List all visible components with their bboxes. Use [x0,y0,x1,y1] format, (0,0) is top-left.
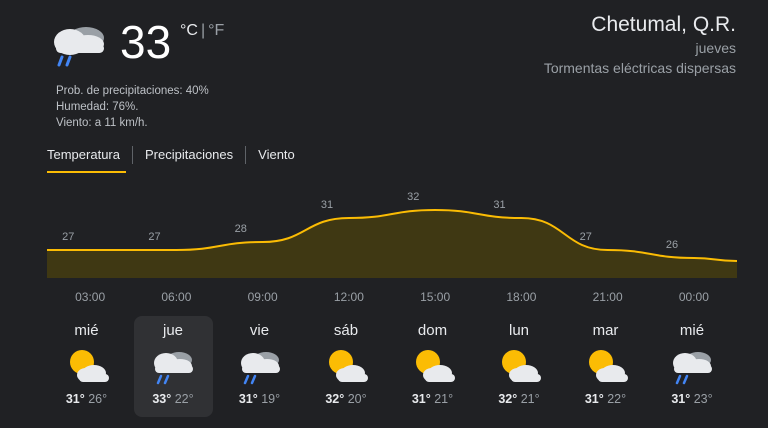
temperature-chart: 27 27 28 31 32 31 27 26 [47,191,737,278]
thunderstorm-icon [147,346,199,386]
time-label: 00:00 [678,290,709,304]
day-temps: 32° 20° [307,392,386,406]
low-temp: 23° [693,392,713,406]
time-label: 18:00 [506,290,537,304]
partly-cloudy-icon [580,346,632,386]
day-card[interactable]: jue 33° 22° [133,316,213,417]
day-temps: 31° 26° [47,392,126,406]
temperature-point-label: 26 [666,239,678,251]
high-temp: 33° [152,392,172,406]
precipitation-text: Prob. de precipitaciones: 40% [56,85,209,97]
day-name: vie [249,322,270,339]
weather-condition: Tormentas eléctricas dispersas [543,60,736,76]
day-temps: 31° 21° [393,392,472,406]
temperature-point-label: 31 [493,199,505,211]
unit-toggle: °C | °F [180,22,224,40]
temperature-point-label: 27 [580,231,592,243]
day-name: mié [74,322,99,339]
high-temp: 31° [584,392,604,406]
partly-cloudy-icon [320,346,372,386]
low-temp: 22° [607,392,627,406]
unit-separator: | [200,22,206,39]
temperature-point-label: 27 [62,231,74,243]
high-temp: 31° [238,392,258,406]
partly-cloudy-icon [61,346,113,386]
high-temp: 31° [671,392,691,406]
day-temps: 33° 22° [134,392,213,406]
time-label: 12:00 [333,290,364,304]
fahrenheit-button[interactable]: °F [208,22,224,39]
low-temp: 21° [434,392,454,406]
time-label: 15:00 [420,290,451,304]
day-name: sáb [333,322,359,339]
temperature-point-label: 31 [321,199,333,211]
thunderstorm-icon [666,346,718,386]
humidity-text: Humedad: 76%. [56,101,139,113]
location-header: Chetumal, Q.R. jueves Tormentas eléctric… [544,12,736,78]
time-label: 03:00 [75,290,106,304]
day-name: jue [162,322,184,339]
day-name: mié [679,322,705,339]
celsius-button[interactable]: °C [180,22,198,39]
low-temp: 20° [347,392,367,406]
day-card[interactable]: lun 32° 21° [480,316,559,417]
partly-cloudy-icon [407,346,459,386]
high-temp: 31° [65,392,85,406]
low-temp: 21° [520,392,540,406]
tab-precipitaciones[interactable]: Precipitaciones [133,143,245,173]
partly-cloudy-icon [493,346,545,386]
day-temps: 32° 21° [480,392,559,406]
day-temps: 31° 19° [220,392,299,406]
temperature-point-label: 27 [148,231,160,243]
day-card[interactable]: dom 31° 21° [393,316,472,417]
current-temperature: 33 [120,16,172,68]
day-card[interactable]: mié 31° 26° [47,316,126,417]
tab-temperatura[interactable]: Temperatura [47,143,132,173]
location-city: Chetumal, Q.R. [591,13,736,36]
day-temps: 31° 22° [566,392,645,406]
chart-tabs: Temperatura Precipitaciones Viento [47,143,307,173]
tab-viento[interactable]: Viento [246,143,307,173]
day-name: dom [417,322,448,339]
thunderstorm-icon [54,27,104,67]
high-temp: 31° [411,392,431,406]
time-label: 09:00 [247,290,278,304]
day-name: mar [592,322,619,339]
low-temp: 26° [88,392,108,406]
low-temp: 22° [174,392,194,406]
day-card[interactable]: vie 31° 19° [220,316,299,417]
time-label: 21:00 [592,290,623,304]
day-card[interactable]: mar 31° 22° [566,316,645,417]
temperature-point-label: 28 [235,223,247,235]
low-temp: 19° [261,392,281,406]
day-card[interactable]: sáb 32° 20° [307,316,386,417]
location-day: jueves [695,40,736,56]
wind-text: Viento: a 11 km/h. [56,117,148,129]
high-temp: 32° [498,392,518,406]
day-name: lun [508,322,530,339]
weather-details: Prob. de precipitaciones: 40% Humedad: 7… [56,83,209,131]
day-temps: 31° 23° [653,392,732,406]
temperature-area [47,210,737,278]
thunderstorm-icon [234,346,286,386]
temperature-point-label: 32 [407,191,419,203]
daily-forecast: mié 31° 26° jue 33° 22° vie 31° 19° sáb … [47,316,737,417]
high-temp: 32° [325,392,345,406]
time-axis: 03:00 06:00 09:00 12:00 15:00 18:00 21:0… [47,290,737,306]
day-card[interactable]: mié 31° 23° [653,316,732,417]
time-label: 06:00 [161,290,192,304]
